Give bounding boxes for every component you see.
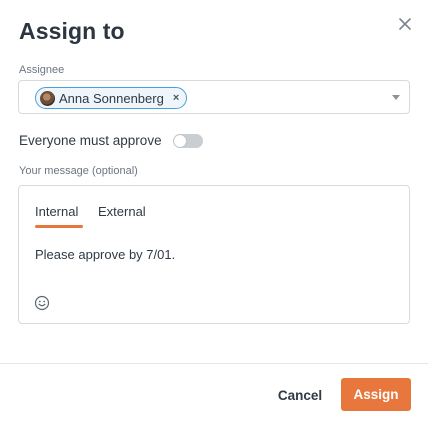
tab-internal[interactable]: Internal (35, 204, 78, 219)
avatar (40, 90, 55, 106)
assignee-chip-name: Anna Sonnenberg (59, 90, 164, 106)
assign-dialog: Assign to Assignee Anna Sonnenberg × Eve… (0, 0, 428, 422)
dialog-title: Assign to (19, 18, 125, 44)
approve-toggle[interactable] (173, 134, 203, 148)
message-editor[interactable]: Internal External Please approve by 7/01… (18, 185, 410, 324)
tab-external[interactable]: External (98, 204, 146, 219)
assignee-select[interactable]: Anna Sonnenberg × (18, 80, 410, 114)
smiley-icon[interactable] (34, 295, 50, 311)
chevron-down-icon[interactable] (392, 95, 400, 100)
cancel-button[interactable]: Cancel (270, 379, 330, 411)
assignee-chip: Anna Sonnenberg × (35, 87, 188, 109)
message-label: Your message (optional) (19, 165, 138, 177)
message-text[interactable]: Please approve by 7/01. (35, 247, 175, 262)
assign-button[interactable]: Assign (341, 378, 411, 411)
assignee-label: Assignee (19, 64, 65, 76)
remove-assignee-icon[interactable]: × (173, 92, 179, 104)
close-icon[interactable] (396, 15, 414, 33)
active-tab-indicator (35, 225, 83, 228)
toggle-knob (174, 135, 186, 147)
footer-divider (0, 363, 428, 364)
approve-toggle-label: Everyone must approve (19, 133, 162, 148)
